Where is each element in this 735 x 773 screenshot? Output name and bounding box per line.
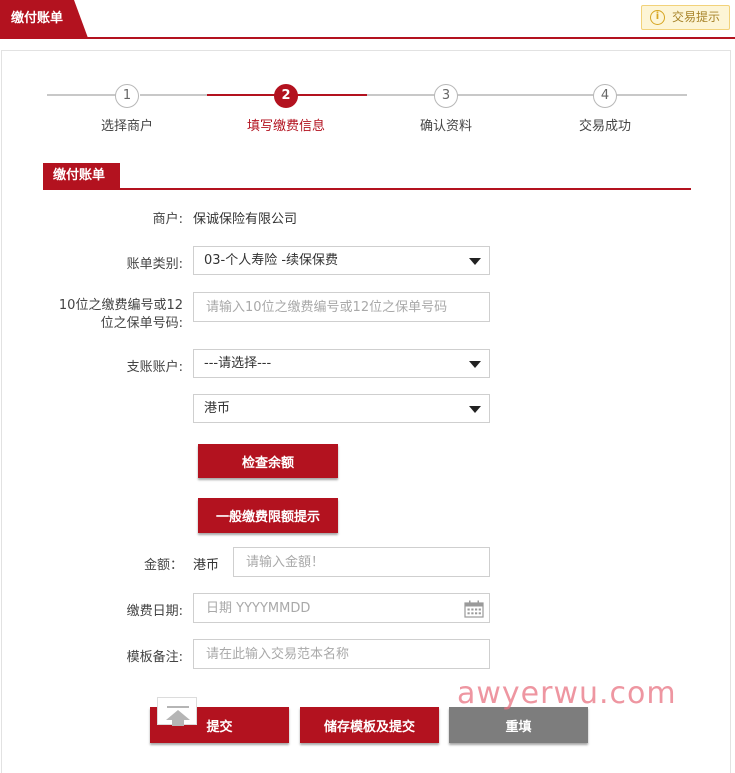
step-2-circle: 2	[274, 84, 298, 108]
step-3-circle: 3	[434, 84, 458, 108]
main-panel: 1 2 3 4 选择商户 填写缴费信息 确认资料 交易成功 缴付账单 商户: 保…	[1, 50, 731, 773]
merchant-value: 保诚保险有限公司	[193, 212, 298, 227]
step-1-circle: 1	[115, 84, 139, 108]
watermark-text: awyerwu.com	[457, 676, 677, 711]
step-4-label: 交易成功	[578, 119, 631, 134]
debit-account-label: 支账账户:	[126, 360, 183, 375]
payment-limit-tip-button[interactable]: 一般缴费限额提示	[198, 498, 338, 533]
step-3-label: 确认资料	[419, 119, 472, 134]
bill-type-selected: 03-个人寿险 -续保保费	[204, 253, 339, 268]
header-divider	[0, 37, 735, 39]
template-remark-label: 模板备注:	[126, 650, 183, 665]
back-to-top-icon	[166, 706, 190, 726]
reference-label-line2: 位之保单号码:	[100, 316, 183, 331]
info-circle-icon: i	[650, 10, 665, 25]
merchant-label: 商户:	[152, 212, 183, 227]
reference-number-input[interactable]	[193, 292, 490, 322]
payment-date-label: 缴费日期:	[126, 604, 183, 619]
bill-type-select[interactable]: 03-个人寿险 -续保保费	[193, 246, 490, 275]
step-1-label: 选择商户	[100, 119, 153, 134]
step-4-circle: 4	[593, 84, 617, 108]
payment-date-input[interactable]	[193, 593, 490, 623]
save-template-submit-button[interactable]: 储存模板及提交	[300, 707, 439, 743]
check-balance-button[interactable]: 检查余额	[198, 444, 338, 478]
section-divider	[43, 188, 691, 190]
step-track-1b	[140, 94, 207, 96]
currency-select[interactable]: 港币	[193, 394, 490, 423]
bill-type-label: 账单类别:	[126, 257, 183, 272]
tip-button-label: 交易提示	[672, 10, 721, 24]
caret-down-icon	[469, 406, 481, 413]
amount-input[interactable]	[233, 547, 490, 577]
amount-currency: 港币	[193, 558, 220, 573]
reset-button[interactable]: 重填	[449, 707, 588, 743]
reference-label-line1: 10位之缴费编号或12	[58, 298, 183, 313]
currency-selected: 港币	[204, 401, 231, 416]
step-2-label: 填写缴费信息	[246, 119, 325, 134]
caret-down-icon	[469, 361, 481, 368]
step-track-3	[367, 94, 687, 96]
page-title-tab: 缴付账单	[0, 0, 88, 38]
debit-account-selected: ---请选择---	[204, 356, 272, 371]
calendar-icon[interactable]	[464, 600, 484, 618]
caret-down-icon	[469, 258, 481, 265]
debit-account-select[interactable]: ---请选择---	[193, 349, 490, 378]
section-title: 缴付账单	[43, 163, 120, 189]
reference-number-label: 10位之缴费编号或12 位之保单号码:	[42, 297, 183, 333]
template-remark-input[interactable]	[193, 639, 490, 669]
amount-label: 金额：	[143, 558, 183, 573]
transaction-tip-button[interactable]: i 交易提示	[641, 5, 730, 30]
back-to-top-button[interactable]	[157, 697, 197, 726]
